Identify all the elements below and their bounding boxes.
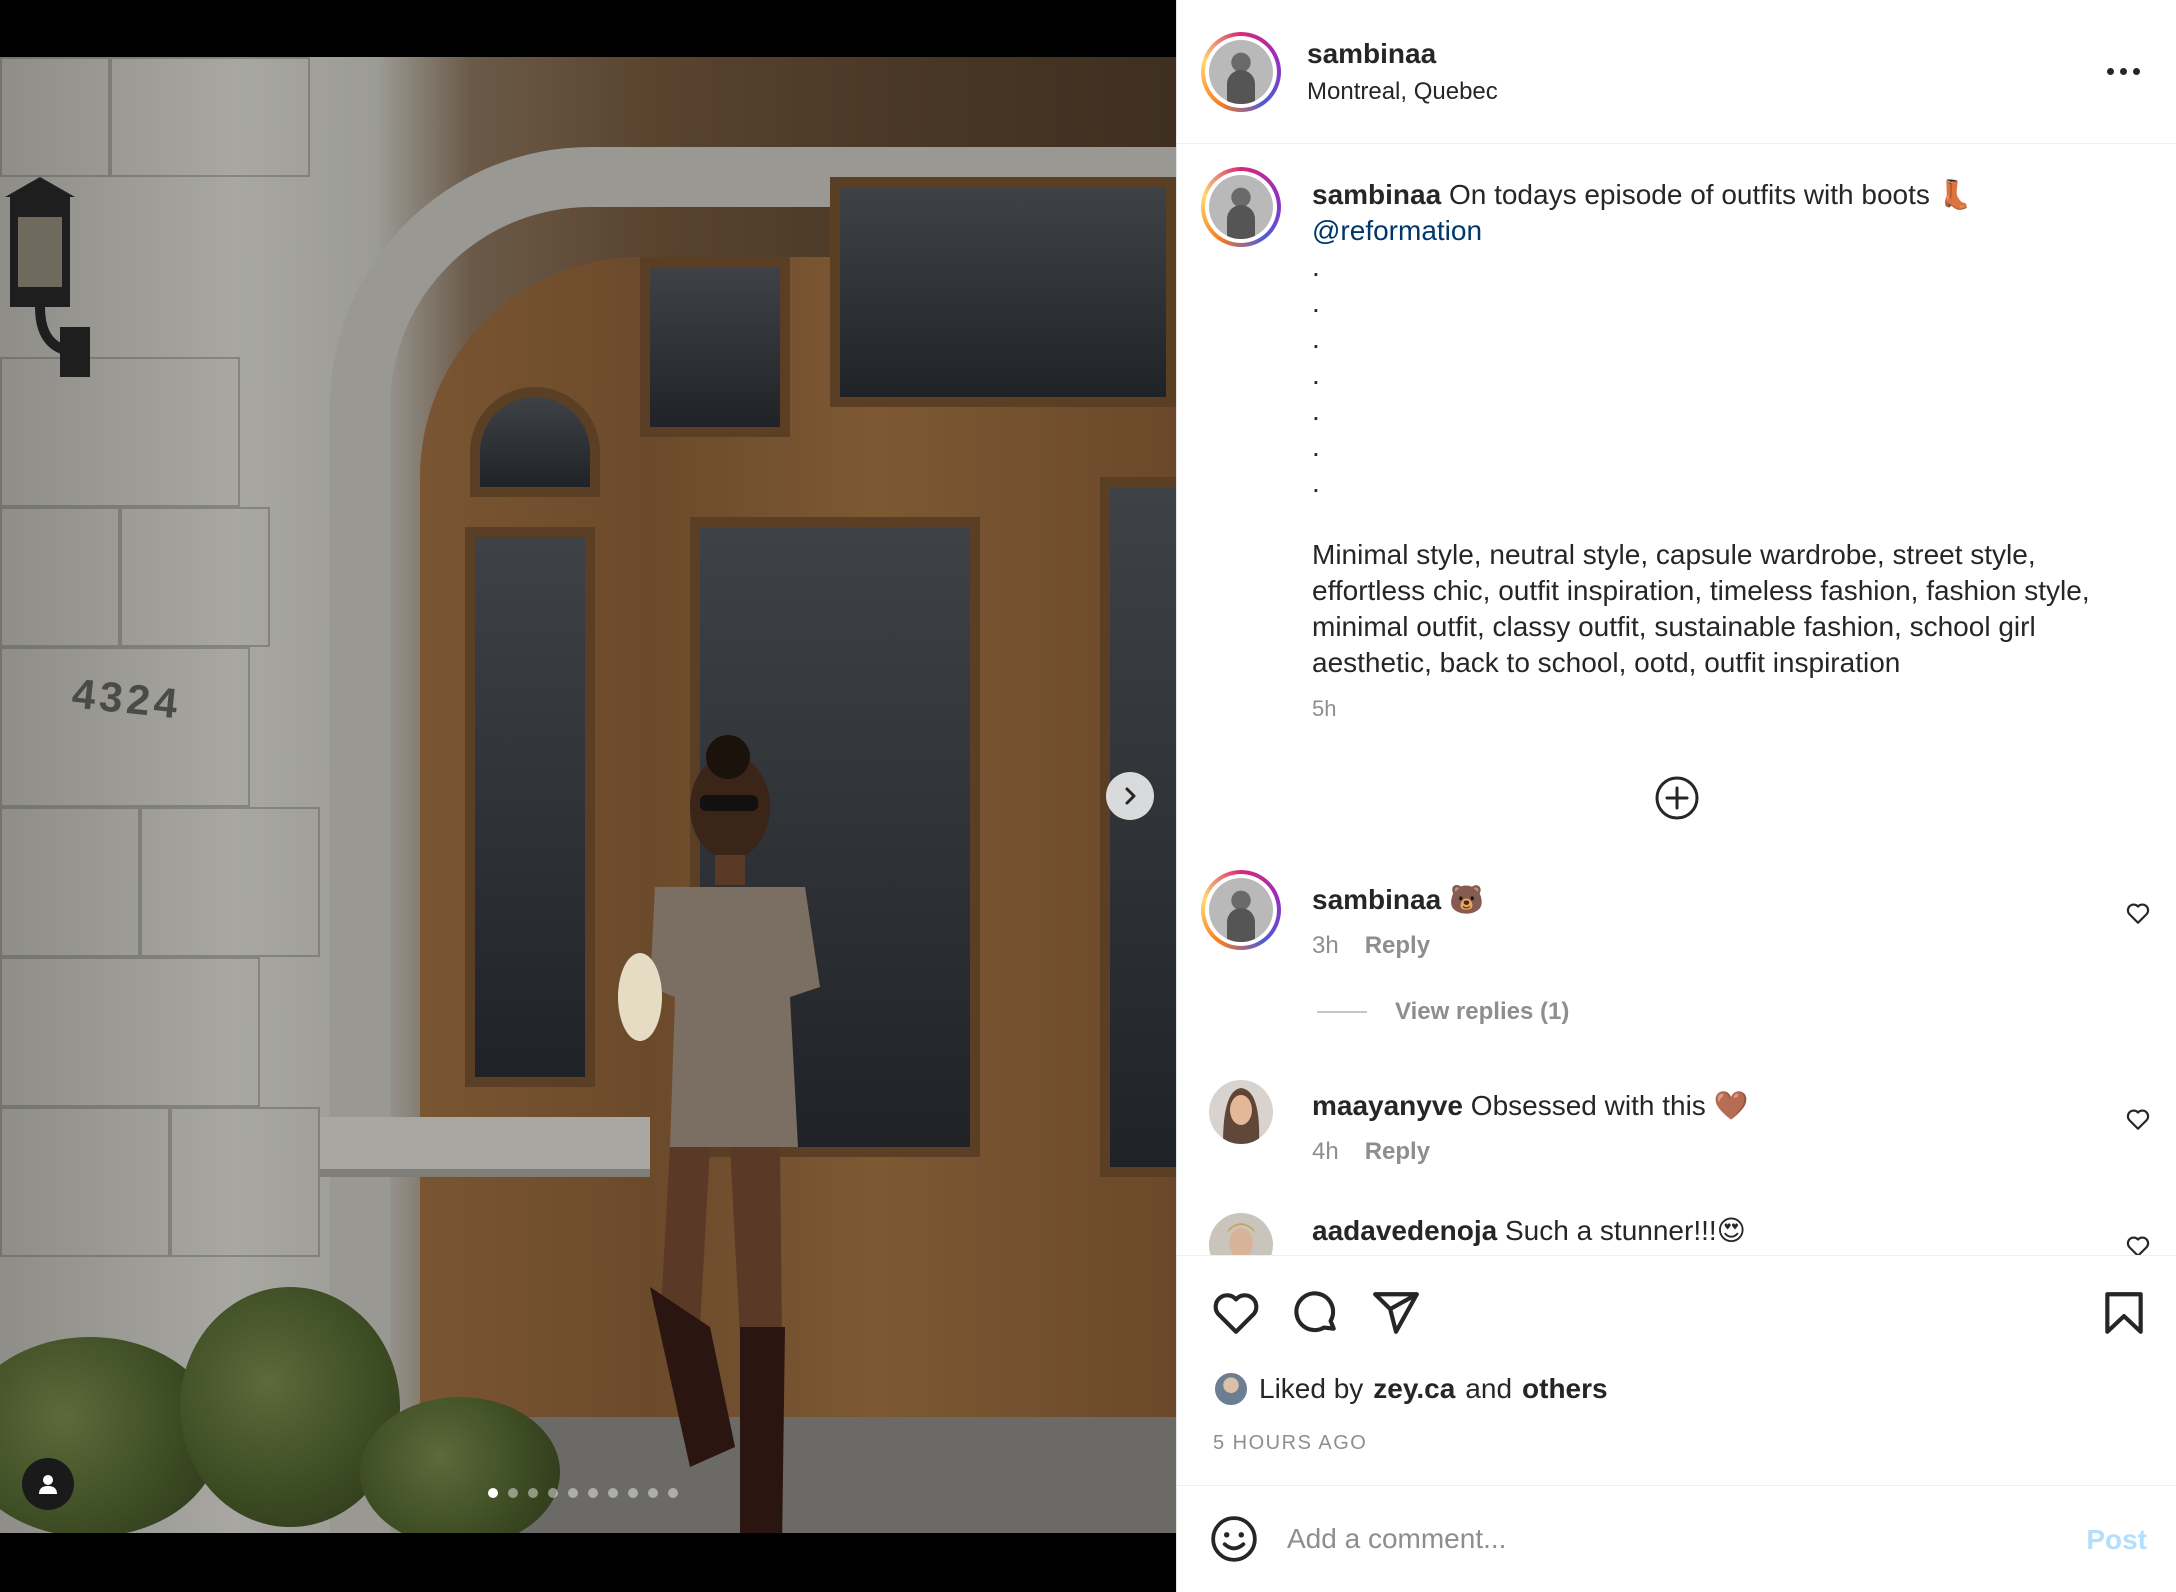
caption-dot-line: . <box>1312 431 1320 462</box>
comment-avatar[interactable] <box>1209 1080 1273 1144</box>
caption-dot-line: . <box>1312 287 1320 318</box>
comment-text: Obsessed with this 🤎 <box>1470 1090 1749 1121</box>
post-photo[interactable]: 4324 <box>0 57 1176 1533</box>
post-actions: Liked by zey.ca and others 5 HOURS AGO <box>1177 1255 2176 1485</box>
caption-dot-line: . <box>1312 467 1320 498</box>
wall-block <box>0 57 110 177</box>
wall-block <box>0 807 140 957</box>
carousel-dot <box>608 1488 618 1498</box>
liker-username[interactable]: zey.ca <box>1373 1373 1455 1405</box>
liked-by-prefix: Liked by <box>1259 1373 1364 1404</box>
emoji-icon[interactable] <box>1209 1514 1259 1564</box>
reply-button[interactable]: Reply <box>1365 932 1430 960</box>
heart-icon[interactable] <box>2125 1233 2151 1255</box>
caption-dot-line: . <box>1312 251 1320 282</box>
comment-text: 🐻 <box>1448 884 1484 915</box>
carousel-dots <box>488 1488 678 1498</box>
instagram-post-modal: 4324 sambinaa Montreal, Quebec sambinaa … <box>0 0 2176 1592</box>
next-photo-button[interactable] <box>1106 772 1154 820</box>
view-replies-button[interactable]: View replies (1) <box>1317 998 1569 1026</box>
comment-item: aadavedenoja Such a stunner!!!😍 <box>1177 1213 2176 1255</box>
liked-by-conj: and <box>1465 1373 1513 1404</box>
comment-avatar[interactable] <box>1201 870 1281 950</box>
replies-divider <box>1317 1011 1367 1013</box>
comment-item: sambinaa 🐻 3h Reply View replies (1) <box>1177 870 2176 1040</box>
avatar-image <box>1209 878 1273 942</box>
more-icon <box>2106 67 2114 75</box>
carousel-dot <box>528 1488 538 1498</box>
comment-username[interactable]: sambinaa <box>1312 884 1441 915</box>
caption-username[interactable]: sambinaa <box>1312 179 1441 210</box>
comments-section[interactable]: sambinaa On todays episode of outfits wi… <box>1177 145 2176 1255</box>
wall-block <box>0 957 260 1107</box>
view-replies-label: View replies (1) <box>1395 998 1570 1025</box>
load-more-comments-button[interactable] <box>1652 773 1702 823</box>
carousel-dot <box>628 1488 638 1498</box>
carousel-dot <box>508 1488 518 1498</box>
transom-window <box>830 177 1176 407</box>
heart-icon[interactable] <box>2125 1106 2151 1132</box>
carousel-dot <box>648 1488 658 1498</box>
wall-block <box>170 1107 320 1257</box>
caption-time[interactable]: 5h <box>1312 691 2132 727</box>
caption-dot-lines: ....... <box>1312 249 2132 501</box>
caption-avatar[interactable] <box>1201 167 1281 247</box>
post-location[interactable]: Montreal, Quebec <box>1307 78 1498 106</box>
wall-block <box>0 1107 170 1257</box>
door-window <box>1100 477 1176 1177</box>
bookmark-icon[interactable] <box>2099 1288 2149 1338</box>
comment-input[interactable] <box>1287 1514 2007 1564</box>
carousel-dot <box>668 1488 678 1498</box>
carousel-dot <box>488 1488 498 1498</box>
user-icon <box>39 1475 57 1494</box>
caption-dot-line: . <box>1312 395 1320 426</box>
comment-username[interactable]: aadavedenoja <box>1312 1215 1497 1246</box>
tagged-users-button[interactable] <box>22 1458 74 1510</box>
liked-by-line: Liked by zey.ca and others <box>1213 1371 1608 1407</box>
carousel-dot <box>568 1488 578 1498</box>
comment-text: Such a stunner!!!😍 <box>1504 1215 1746 1246</box>
comment-avatar[interactable] <box>1209 1213 1273 1255</box>
comment-time[interactable]: 4h <box>1312 1138 1339 1166</box>
likes-others-link[interactable]: others <box>1522 1373 1608 1405</box>
wall-lamp <box>5 177 90 377</box>
post-timestamp[interactable]: 5 HOURS AGO <box>1213 1432 1367 1455</box>
author-username[interactable]: sambinaa <box>1307 38 1436 70</box>
transom-window <box>640 257 790 437</box>
post-header: sambinaa Montreal, Quebec <box>1177 0 2176 144</box>
chevron-right-icon <box>1125 787 1136 805</box>
comment-bubble-icon[interactable] <box>1291 1288 1341 1338</box>
share-send-icon[interactable] <box>1371 1288 1421 1338</box>
post-caption: sambinaa On todays episode of outfits wi… <box>1312 177 2132 727</box>
like-heart-icon[interactable] <box>1211 1288 1261 1338</box>
avatar-image <box>1209 175 1273 239</box>
media-viewer: 4324 <box>0 0 1176 1592</box>
carousel-dot <box>588 1488 598 1498</box>
post-details-panel: sambinaa Montreal, Quebec sambinaa On to… <box>1176 0 2176 1592</box>
caption-dot-line: . <box>1312 359 1320 390</box>
caption-hashtags: Minimal style, neutral style, capsule wa… <box>1312 539 2090 678</box>
comment-time[interactable]: 3h <box>1312 932 1339 960</box>
more-options-button[interactable] <box>2101 56 2145 86</box>
comment-username[interactable]: maayanyve <box>1312 1090 1463 1121</box>
person-figure <box>618 735 820 1533</box>
mention-link[interactable]: @reformation <box>1312 215 1482 246</box>
post-comment-button[interactable]: Post <box>2086 1524 2147 1556</box>
avatar-image <box>1209 40 1273 104</box>
reply-button[interactable]: Reply <box>1365 1138 1430 1166</box>
wall-block <box>110 57 310 177</box>
liker-avatar[interactable] <box>1213 1371 1249 1407</box>
wall-block <box>0 647 250 807</box>
heart-icon[interactable] <box>2125 900 2151 926</box>
add-comment-bar: Post <box>1177 1485 2176 1592</box>
caption-text: On todays episode of outfits with boots … <box>1448 179 1973 210</box>
wall-block <box>0 507 120 647</box>
carousel-dot <box>548 1488 558 1498</box>
wall-block <box>120 507 270 647</box>
caption-dot-line: . <box>1312 323 1320 354</box>
author-avatar[interactable] <box>1201 32 1281 112</box>
wall-block <box>140 807 320 957</box>
comment-item: maayanyve Obsessed with this 🤎 4h Reply <box>1177 1080 2176 1190</box>
